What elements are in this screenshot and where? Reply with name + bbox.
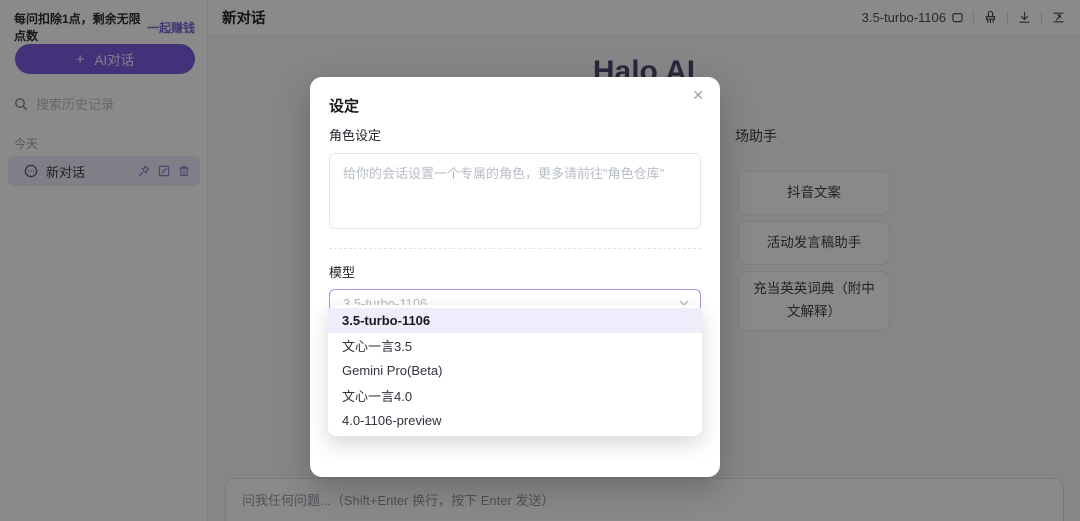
model-option[interactable]: 3.5-turbo-1106 [328,308,702,333]
role-setting-textarea[interactable] [329,153,701,229]
app-window: 每问扣除1点，剩余无限点数 一起赚钱 + AI对话 今天 [0,0,1080,521]
model-field-label: 模型 [329,262,701,281]
model-dropdown: 3.5-turbo-1106 文心一言3.5 Gemini Pro(Beta) … [328,305,702,436]
modal-title: 设定 [329,95,701,116]
model-option[interactable]: 文心一言4.0 [328,383,702,408]
model-option[interactable]: 文心一言3.5 [328,333,702,358]
close-icon[interactable]: ✕ [688,84,708,106]
divider [329,248,701,249]
role-setting-label: 角色设定 [329,125,701,144]
model-option[interactable]: 4.0-1106-preview [328,408,702,433]
model-option[interactable]: Gemini Pro(Beta) [328,358,702,383]
